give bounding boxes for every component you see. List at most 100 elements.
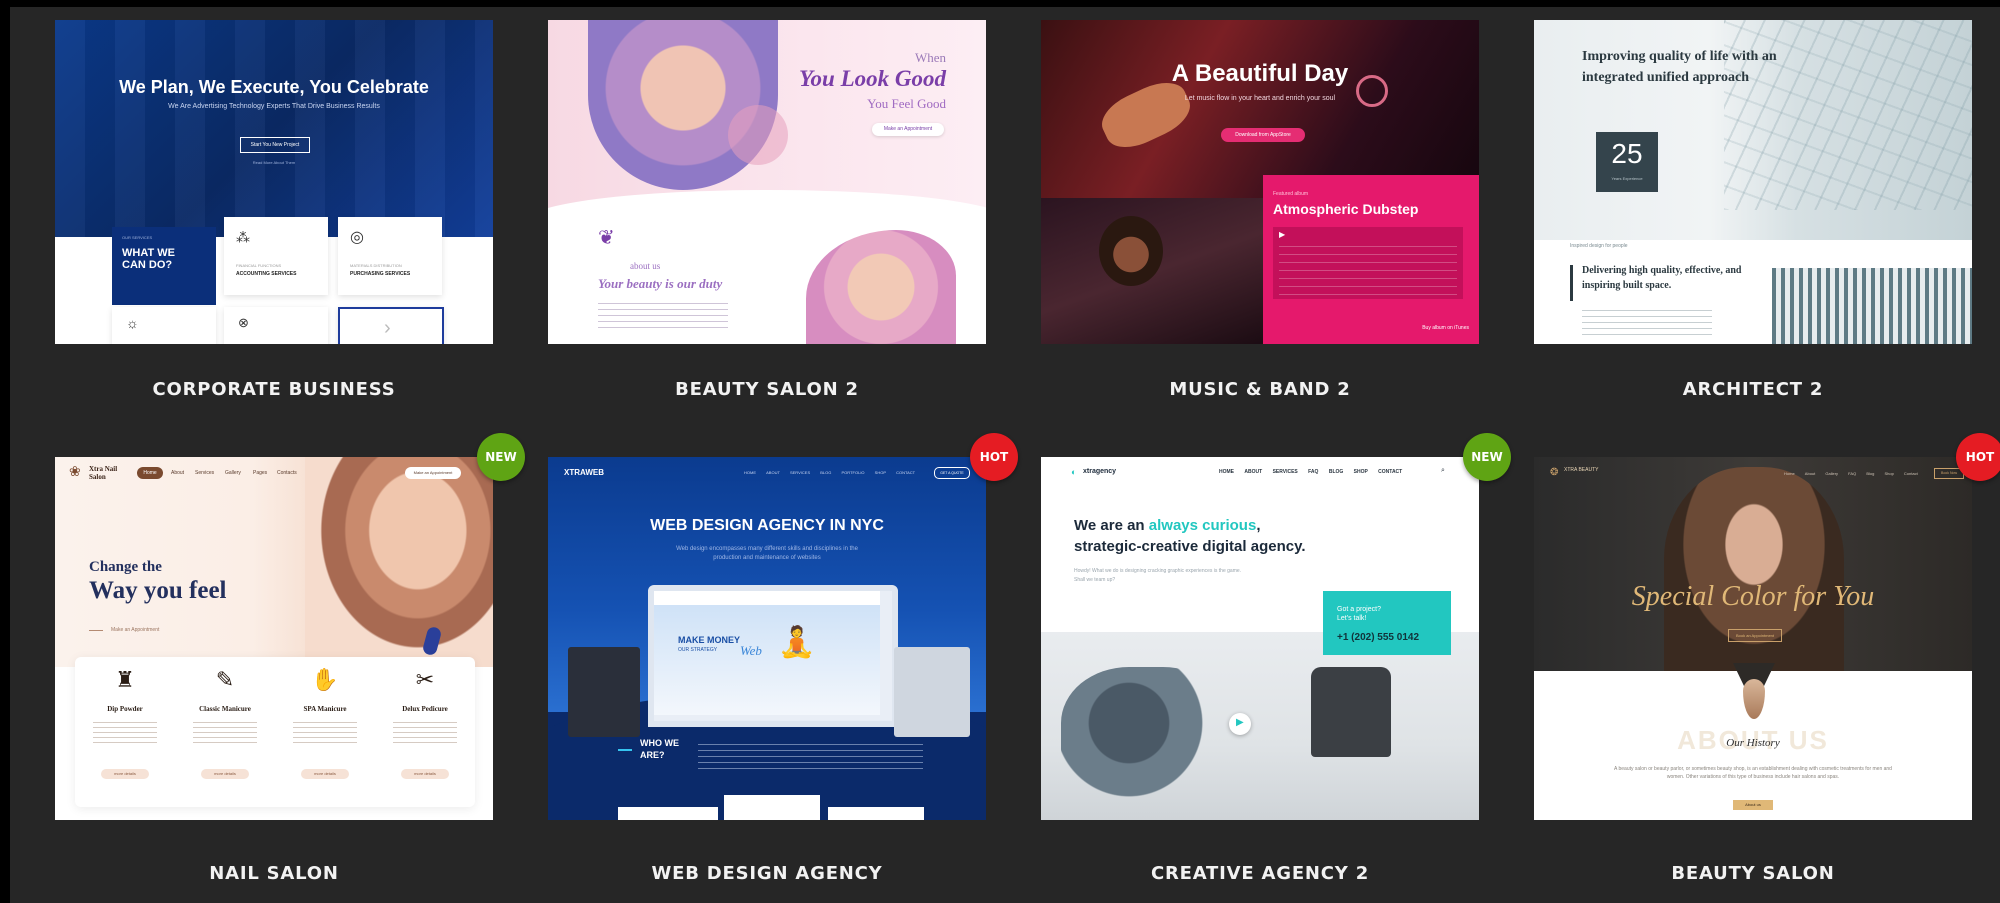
- nav-home[interactable]: Home: [137, 467, 163, 479]
- service-item-delux-pedicure[interactable]: ✂ Delux Pedicure more details: [375, 657, 475, 807]
- service-item-classic-manicure[interactable]: ✎ Classic Manicure more details: [175, 657, 275, 807]
- nav-shop[interactable]: Shop: [1884, 471, 1893, 476]
- nav-home[interactable]: HOME: [1219, 469, 1234, 475]
- theme-title[interactable]: WEB DESIGN AGENCY: [548, 863, 986, 884]
- theme-preview-nail-salon[interactable]: ❀ Xtra Nail Salon Home About Services Ga…: [55, 457, 493, 820]
- service-item-dip-powder[interactable]: ♜ Dip Powder more details: [75, 657, 175, 807]
- nav-services[interactable]: Services: [195, 470, 214, 476]
- quote-button[interactable]: GET A QUOTE: [934, 467, 970, 479]
- nav-portfolio[interactable]: PORTFOLIO: [842, 470, 865, 475]
- scissors-icon: ✂: [415, 667, 435, 692]
- theme-card-beauty-salon[interactable]: ❂ XTRA BEAUTY Home About Gallery FAQ Blo…: [1534, 433, 2000, 897]
- lightbulb-icon: ☼: [126, 315, 139, 331]
- preview-link[interactable]: Read More About Them: [55, 160, 493, 165]
- theme-card-creative-agency-2[interactable]: ◐ xtragency HOME ABOUT SERVICES FAQ BLOG…: [1041, 433, 1511, 897]
- nav-about[interactable]: About: [171, 470, 184, 476]
- logo-icon: ◐: [1071, 467, 1077, 477]
- buy-album-link[interactable]: Buy album on iTunes: [1422, 325, 1469, 331]
- theme-title[interactable]: BEAUTY SALON 2: [548, 379, 986, 400]
- what-we-can-do: WHAT WE CAN DO?: [122, 247, 175, 271]
- preview-headline: A Beautiful Day: [1171, 60, 1349, 87]
- download-button[interactable]: Download from AppStore: [1221, 128, 1305, 142]
- theme-card-music-band-2[interactable]: A Beautiful Day Let music flow in your h…: [1041, 7, 1479, 400]
- hot-badge: HOT: [970, 433, 1018, 481]
- nav-faq[interactable]: FAQ: [1308, 469, 1318, 475]
- hand-icon: ✋: [311, 667, 339, 692]
- theme-preview-creative-agency-2[interactable]: ◐ xtragency HOME ABOUT SERVICES FAQ BLOG…: [1041, 457, 1479, 820]
- theme-title[interactable]: BEAUTY SALON: [1534, 863, 1972, 884]
- nav-contact[interactable]: CONTACT: [896, 470, 915, 475]
- nav-appointment-button[interactable]: Make an Appointment: [405, 467, 461, 479]
- album-title: Atmospheric Dubstep: [1273, 201, 1419, 217]
- contact-box[interactable]: Got a project? Let's talk! +1 (202) 555 …: [1323, 591, 1451, 655]
- nav-gallery[interactable]: Gallery: [225, 470, 241, 476]
- nav-contact[interactable]: CONTACT: [1378, 469, 1402, 475]
- service-item-spa-manicure[interactable]: ✋ SPA Manicure more details: [275, 657, 375, 807]
- nav-contacts[interactable]: Contacts: [277, 470, 297, 476]
- theme-card-nail-salon[interactable]: ❀ Xtra Nail Salon Home About Services Ga…: [55, 433, 525, 897]
- preview-headline-1: Change the: [89, 559, 162, 575]
- nav-pages[interactable]: Pages: [253, 470, 267, 476]
- laptop-left-mockup: [568, 647, 640, 737]
- appointment-button[interactable]: Make an Appointment: [872, 123, 944, 136]
- phone-number[interactable]: +1 (202) 555 0142: [1337, 632, 1419, 643]
- nav-blog[interactable]: BLOG: [1329, 469, 1343, 475]
- play-icon: ▶: [1236, 717, 1244, 728]
- service-card-purchasing[interactable]: ◎ MATERIALS DISTRIBUTION PURCHASING SERV…: [338, 217, 442, 295]
- theme-title[interactable]: ARCHITECT 2: [1534, 379, 1972, 400]
- nav-faq[interactable]: FAQ: [1848, 471, 1856, 476]
- theme-preview-beauty-salon-2[interactable]: When You Look Good You Feel Good Make an…: [548, 20, 986, 344]
- start-project-button[interactable]: Start You New Project: [240, 137, 310, 153]
- theme-preview-beauty-salon[interactable]: ❂ XTRA BEAUTY Home About Gallery FAQ Blo…: [1534, 457, 1972, 820]
- nail-logo-icon: ❀: [69, 463, 81, 479]
- main-nav: HOME ABOUT SERVICES FAQ BLOG SHOP CONTAC…: [1219, 469, 1402, 475]
- theme-preview-architect-2[interactable]: Improving quality of life with an integr…: [1534, 20, 1972, 344]
- site-logo[interactable]: XTRA BEAUTY: [1564, 467, 1600, 473]
- new-badge: NEW: [477, 433, 525, 481]
- site-logo[interactable]: xtragency: [1083, 468, 1116, 475]
- new-badge: NEW: [1463, 433, 1511, 481]
- site-logo[interactable]: XTRAWEB: [564, 468, 604, 477]
- nav-home[interactable]: Home: [1784, 471, 1795, 476]
- theme-title[interactable]: NAIL SALON: [55, 863, 493, 884]
- main-nav: Home About Gallery FAQ Blog Shop Contact: [1784, 471, 1918, 476]
- nav-gallery[interactable]: Gallery: [1825, 471, 1838, 476]
- about-button[interactable]: About us: [1733, 800, 1773, 810]
- nav-blog[interactable]: BLOG: [820, 470, 831, 475]
- handshake-icon: ⊗: [238, 315, 249, 330]
- site-logo[interactable]: Xtra Nail Salon: [89, 465, 129, 481]
- target-icon: ◎: [350, 229, 364, 246]
- play-icon[interactable]: ▶: [1279, 230, 1285, 239]
- facade-image: [1772, 268, 1972, 344]
- nav-services[interactable]: SERVICES: [790, 470, 810, 475]
- nav-blog[interactable]: Blog: [1866, 471, 1874, 476]
- theme-preview-music-band-2[interactable]: A Beautiful Day Let music flow in your h…: [1041, 20, 1479, 344]
- nav-home[interactable]: HOME: [744, 470, 756, 475]
- appointment-button[interactable]: Book an Appointment: [1728, 629, 1782, 642]
- nav-shop[interactable]: SHOP: [1354, 469, 1368, 475]
- years-box: 25 Years Experience: [1596, 132, 1658, 192]
- theme-card-web-design-agency[interactable]: XTRAWEB HOME ABOUT SERVICES BLOG PORTFOL…: [548, 433, 1018, 897]
- nail-file-icon: ✎: [215, 667, 235, 692]
- logo-icon: ❂: [1550, 467, 1559, 478]
- theme-card-corporate-business[interactable]: We Plan, We Execute, You Celebrate We Ar…: [55, 7, 493, 400]
- nav-shop[interactable]: SHOP: [875, 470, 886, 475]
- nav-contact[interactable]: Contact: [1904, 471, 1918, 476]
- nav-about[interactable]: ABOUT: [766, 470, 780, 475]
- theme-title[interactable]: MUSIC & BAND 2: [1041, 379, 1479, 400]
- theme-card-beauty-salon-2[interactable]: When You Look Good You Feel Good Make an…: [548, 7, 986, 400]
- theme-card-architect-2[interactable]: Improving quality of life with an integr…: [1534, 7, 1972, 400]
- play-video-button[interactable]: ▶: [1229, 713, 1251, 735]
- nav-about[interactable]: ABOUT: [1244, 469, 1262, 475]
- nav-services[interactable]: SERVICES: [1273, 469, 1298, 475]
- theme-title[interactable]: CORPORATE BUSINESS: [55, 379, 493, 400]
- search-icon[interactable]: ⌕: [1441, 467, 1445, 475]
- what-we-do-box: OUR SERVICES WHAT WE CAN DO?: [112, 227, 216, 305]
- preview-headline: Special Color for You: [1631, 581, 1875, 612]
- theme-preview-corporate-business[interactable]: We Plan, We Execute, You Celebrate We Ar…: [55, 20, 493, 344]
- service-card-accounting[interactable]: ⁂ FINANCIAL FUNCTIONS ACCOUNTING SERVICE…: [224, 217, 328, 295]
- nav-about[interactable]: About: [1805, 471, 1815, 476]
- theme-preview-web-design-agency[interactable]: XTRAWEB HOME ABOUT SERVICES BLOG PORTFOL…: [548, 457, 986, 820]
- chevron-right-icon: ›: [384, 317, 391, 339]
- theme-title[interactable]: CREATIVE AGENCY 2: [1041, 863, 1479, 884]
